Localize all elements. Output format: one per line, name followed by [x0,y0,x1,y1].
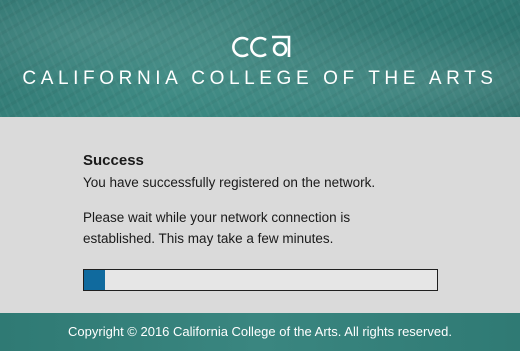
footer: Copyright © 2016 California College of t… [0,313,520,351]
wait-message: Please wait while your network connectio… [83,210,351,246]
status-panel: Success You have successfully registered… [0,117,520,313]
status-message: You have successfully registered on the … [83,175,376,190]
status-title: Success [83,152,144,169]
progress-fill [84,270,106,290]
header-banner: CALIFORNIA COLLEGE OF THE ARTS [0,0,520,117]
connection-progress-bar [83,269,438,291]
cca-logo [232,35,291,58]
college-name: CALIFORNIA COLLEGE OF THE ARTS [22,68,498,89]
copyright-text: Copyright © 2016 California College of t… [68,324,452,339]
